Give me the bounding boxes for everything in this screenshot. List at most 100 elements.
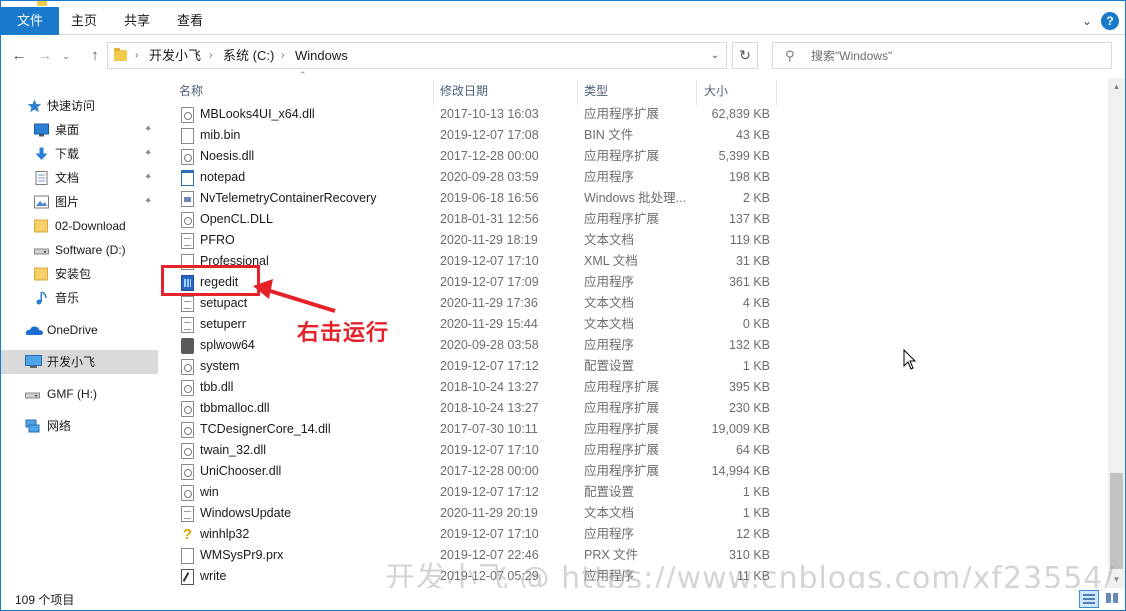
- file-date: 2019-12-07 17:10: [440, 443, 539, 457]
- sidebar-item-onedrive[interactable]: OneDrive: [1, 318, 158, 342]
- file-type: 应用程序扩展: [584, 464, 660, 478]
- column-divider[interactable]: [577, 80, 578, 105]
- recent-locations-chevron-icon[interactable]: ⌄: [59, 46, 73, 66]
- sidebar-item-label: 下载: [55, 147, 80, 161]
- sidebar-item-label: 快速访问: [47, 99, 96, 113]
- file-row[interactable]: NvTelemetryContainerRecovery 2019-06-18 1…: [171, 188, 781, 209]
- file-size: 14,994 KB: [711, 464, 770, 478]
- file-bat-icon: [181, 191, 194, 207]
- pin-icon[interactable]: ✦: [144, 166, 152, 190]
- sidebar-item-label: 网络: [47, 419, 72, 433]
- file-row[interactable]: ? winhlp32 2019-12-07 17:10 应用程序 12 KB: [171, 524, 781, 545]
- sidebar-item-music[interactable]: 音乐: [1, 286, 158, 310]
- file-row[interactable]: system 2019-12-07 17:12 配置设置 1 KB: [171, 356, 781, 377]
- sidebar-item-network[interactable]: 网络: [1, 414, 158, 438]
- pin-icon[interactable]: ✦: [144, 142, 152, 166]
- breadcrumb-this-pc[interactable]: 开发小飞: [149, 48, 201, 64]
- tab-home[interactable]: 主页: [59, 7, 109, 35]
- file-row[interactable]: OpenCL.DLL 2018-01-31 12:56 应用程序扩展 137 KB: [171, 209, 781, 230]
- sidebar-item-downloads[interactable]: 下载 ✦: [1, 142, 158, 166]
- breadcrumb-drive-c[interactable]: 系统 (C:): [223, 48, 274, 64]
- sidebar-item-pictures[interactable]: 图片 ✦: [1, 190, 158, 214]
- file-row[interactable]: splwow64 2020-09-28 03:58 应用程序 132 KB: [171, 335, 781, 356]
- file-size: 64 KB: [735, 443, 770, 457]
- pin-icon[interactable]: ✦: [144, 190, 152, 214]
- column-divider[interactable]: [696, 80, 697, 105]
- file-row[interactable]: Noesis.dll 2017-12-28 00:00 应用程序扩展 5,399 KB: [171, 146, 781, 167]
- file-name: write: [200, 569, 227, 583]
- column-divider[interactable]: [433, 80, 434, 105]
- sidebar-item-installers[interactable]: 安装包: [1, 262, 158, 286]
- file-row[interactable]: TCDesignerCore_14.dll 2017-07-30 10:11 应用程…: [171, 419, 781, 440]
- file-date: 2020-09-28 03:59: [440, 170, 539, 184]
- file-row[interactable]: notepad 2020-09-28 03:59 应用程序 198 KB: [171, 167, 781, 188]
- column-divider[interactable]: [776, 80, 777, 105]
- file-size: 1 KB: [742, 359, 770, 373]
- file-gear-icon: [181, 443, 194, 459]
- address-dropdown-chevron-icon[interactable]: ⌄: [708, 48, 722, 64]
- drive-icon: [34, 248, 49, 255]
- file-row[interactable]: UniChooser.dll 2017-12-28 00:00 应用程序扩展 14,9…: [171, 461, 781, 482]
- search-box[interactable]: ⚲: [772, 42, 1112, 69]
- column-header-date[interactable]: 修改日期: [440, 78, 577, 105]
- pin-icon[interactable]: ✦: [144, 118, 152, 142]
- up-arrow-icon[interactable]: ↑: [85, 46, 105, 66]
- breadcrumb-separator-icon[interactable]: ›: [209, 48, 212, 64]
- file-type: 应用程序: [584, 527, 635, 541]
- details-view-icon[interactable]: [1079, 590, 1099, 608]
- file-date: 2019-06-18 16:56: [440, 191, 539, 205]
- column-header-name[interactable]: 名称: [179, 78, 433, 105]
- file-name: twain_32.dll: [200, 443, 267, 457]
- tab-file[interactable]: 文件: [1, 7, 59, 35]
- search-input[interactable]: [811, 48, 1101, 64]
- desktop-icon: [34, 123, 49, 137]
- sidebar-item-this-pc[interactable]: 开发小飞: [1, 350, 158, 374]
- file-row[interactable]: Professional 2019-12-07 17:10 XML 文档 31 KB: [171, 251, 781, 272]
- sidebar-item-documents[interactable]: 文档 ✦: [1, 166, 158, 190]
- forward-arrow-icon[interactable]: →: [35, 46, 55, 66]
- sidebar-item-desktop[interactable]: 桌面 ✦: [1, 118, 158, 142]
- sidebar-item-gmf-h[interactable]: GMF (H:): [1, 382, 158, 406]
- vertical-scrollbar[interactable]: ▲ ▼: [1108, 78, 1125, 588]
- scroll-up-arrow-icon[interactable]: ▲: [1108, 78, 1125, 95]
- sidebar-item-label: 图片: [55, 195, 80, 209]
- file-row[interactable]: setuperr 2020-11-29 15:44 文本文档 0 KB: [171, 314, 781, 335]
- file-row[interactable]: twain_32.dll 2019-12-07 17:10 应用程序扩展 64 KB: [171, 440, 781, 461]
- file-date: 2018-10-24 13:27: [440, 380, 539, 394]
- file-size: 43 KB: [735, 128, 770, 142]
- column-header-type[interactable]: 类型: [584, 78, 696, 105]
- column-header-size[interactable]: 大小: [704, 78, 776, 105]
- file-name: TCDesignerCore_14.dll: [200, 422, 331, 436]
- file-gear-icon: [181, 359, 194, 375]
- file-name: win: [200, 485, 219, 499]
- file-row[interactable]: PFRO 2020-11-29 18:19 文本文档 119 KB: [171, 230, 781, 251]
- file-row[interactable]: mib.bin 2019-12-07 17:08 BIN 文件 43 KB: [171, 125, 781, 146]
- tab-view[interactable]: 查看: [165, 7, 215, 35]
- expand-ribbon-chevron-icon[interactable]: ⌄: [1079, 13, 1095, 29]
- breadcrumb-separator-icon[interactable]: ›: [281, 48, 284, 64]
- file-date: 2020-11-29 15:44: [440, 317, 538, 331]
- help-icon[interactable]: ?: [1101, 12, 1119, 30]
- breadcrumb-separator-icon[interactable]: ›: [135, 48, 138, 64]
- refresh-icon[interactable]: ↻: [732, 42, 758, 69]
- file-date: 2017-12-28 00:00: [440, 464, 539, 478]
- breadcrumb-windows[interactable]: Windows: [295, 48, 348, 64]
- file-name: PFRO: [200, 233, 235, 247]
- tab-share[interactable]: 共享: [113, 7, 161, 35]
- file-row[interactable]: WindowsUpdate 2020-11-29 20:19 文本文档 1 KB: [171, 503, 781, 524]
- sidebar-item-02-download[interactable]: 02-Download: [1, 214, 158, 238]
- sidebar-item-software-d[interactable]: Software (D:): [1, 238, 158, 262]
- address-bar[interactable]: › 开发小飞 › 系统 (C:) › Windows ⌄: [107, 42, 727, 69]
- file-row[interactable]: MBLooks4UI_x64.dll 2017-10-13 16:03 应用程序扩展…: [171, 104, 781, 125]
- large-icons-view-icon[interactable]: [1103, 590, 1123, 608]
- file-row[interactable]: win 2019-12-07 17:12 配置设置 1 KB: [171, 482, 781, 503]
- file-doc-icon: [181, 506, 194, 522]
- file-gear-icon: [181, 485, 194, 501]
- sidebar-item-quick-access[interactable]: 快速访问: [1, 94, 158, 118]
- file-date: 2019-12-07 17:09: [440, 275, 539, 289]
- file-name: Noesis.dll: [200, 149, 255, 163]
- file-row[interactable]: tbbmalloc.dll 2018-10-24 13:27 应用程序扩展 230 K…: [171, 398, 781, 419]
- file-date: 2019-12-07 17:10: [440, 254, 539, 268]
- back-arrow-icon[interactable]: ←: [9, 46, 29, 66]
- file-row[interactable]: tbb.dll 2018-10-24 13:27 应用程序扩展 395 KB: [171, 377, 781, 398]
